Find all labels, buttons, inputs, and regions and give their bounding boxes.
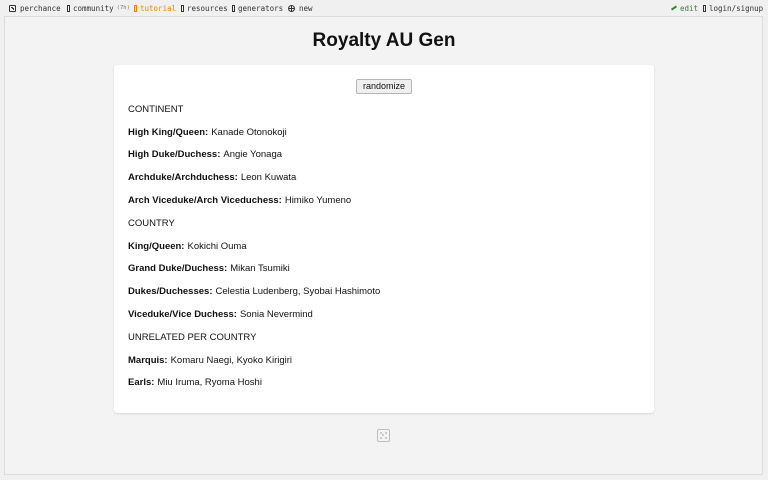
dukes-value: Celestia Ludenberg, Syobai Hashimoto bbox=[215, 286, 381, 297]
archduke-value: Leon Kuwata bbox=[240, 172, 297, 183]
dukes-row: Dukes/Duchesses: Celestia Ludenberg, Syob… bbox=[128, 286, 380, 298]
resources-icon bbox=[181, 4, 184, 12]
nav-perchance-label: perchance bbox=[20, 3, 61, 13]
high-duke-row: High Duke/Duchess: Angie Yonaga bbox=[128, 149, 282, 161]
archduke-row: Archduke/Archduchess: Leon Kuwata bbox=[128, 172, 296, 184]
dice-icon-footer[interactable] bbox=[377, 429, 390, 442]
nav-community[interactable]: community (7h) bbox=[67, 3, 130, 13]
top-nav-bar: perchance community (7h) tutorial resour… bbox=[0, 0, 768, 16]
marquis-label: Marquis: bbox=[128, 355, 168, 366]
generators-icon bbox=[232, 4, 235, 12]
viceduke-value: Sonia Nevermind bbox=[239, 309, 313, 320]
high-king-label: High King/Queen: bbox=[128, 127, 209, 138]
nav-generators[interactable]: generators bbox=[232, 3, 283, 13]
nav-perchance[interactable]: perchance bbox=[9, 3, 61, 13]
grand-duke-row: Grand Duke/Duchess: Mikan Tsumiki bbox=[128, 263, 290, 275]
page-title: Royalty AU Gen bbox=[312, 30, 456, 51]
grand-duke-label: Grand Duke/Duchess: bbox=[128, 263, 228, 274]
king-row: King/Queen: Kokichi Ouma bbox=[128, 241, 247, 253]
marquis-row: Marquis: Komaru Naegi, Kyoko Kirigiri bbox=[128, 355, 292, 367]
viceduke-row: Viceduke/Vice Duchess: Sonia Nevermind bbox=[128, 309, 313, 321]
king-value: Kokichi Ouma bbox=[187, 241, 247, 252]
earls-row: Earls: Miu Iruma, Ryoma Hoshi bbox=[128, 377, 262, 389]
viceduke-label: Viceduke/Vice Duchess: bbox=[128, 309, 237, 320]
high-duke-label: High Duke/Duchess: bbox=[128, 149, 221, 160]
community-badge: (7h) bbox=[116, 5, 130, 11]
nav-community-label: community bbox=[73, 3, 114, 13]
nav-tutorial-label: tutorial bbox=[140, 3, 177, 13]
arch-viceduke-row: Arch Viceduke/Arch Viceduchess: Himiko Yu… bbox=[128, 195, 351, 207]
nav-generators-label: generators bbox=[238, 3, 284, 13]
arch-viceduke-value: Himiko Yumeno bbox=[284, 195, 352, 206]
nav-edit[interactable]: edit bbox=[670, 3, 699, 13]
unrelated-heading: UNRELATED PER COUNTRY bbox=[128, 332, 257, 343]
high-king-row: High King/Queen: Kanade Otonokoji bbox=[128, 127, 287, 139]
randomize-button[interactable]: randomize bbox=[356, 79, 412, 94]
dice-icon bbox=[9, 4, 16, 12]
nav-login-label: login/signup bbox=[709, 3, 764, 13]
earls-label: Earls: bbox=[128, 377, 155, 388]
high-king-value: Kanade Otonokoji bbox=[211, 127, 287, 138]
earls-value: Miu Iruma, Ryoma Hoshi bbox=[157, 377, 262, 388]
tutorial-icon bbox=[134, 4, 137, 12]
nav-tutorial[interactable]: tutorial bbox=[134, 3, 176, 13]
new-icon bbox=[288, 4, 295, 12]
archduke-label: Archduke/Archduchess: bbox=[128, 172, 238, 183]
king-label: King/Queen: bbox=[128, 241, 185, 252]
login-icon bbox=[703, 4, 706, 12]
arch-viceduke-label: Arch Viceduke/Arch Viceduchess: bbox=[128, 195, 282, 206]
nav-new-label: new bbox=[299, 3, 313, 13]
high-duke-value: Angie Yonaga bbox=[223, 149, 283, 160]
output-card: randomize CONTINENT High King/Queen: Kana… bbox=[114, 65, 654, 413]
continent-heading: CONTINENT bbox=[128, 104, 184, 115]
nav-resources-label: resources bbox=[187, 3, 228, 13]
community-icon bbox=[67, 4, 70, 12]
nav-new[interactable]: new bbox=[288, 3, 313, 13]
nav-edit-label: edit bbox=[680, 3, 699, 13]
marquis-value: Komaru Naegi, Kyoko Kirigiri bbox=[170, 355, 293, 366]
country-heading: COUNTRY bbox=[128, 218, 175, 229]
nav-login[interactable]: login/signup bbox=[703, 3, 763, 13]
pencil-icon bbox=[670, 5, 678, 11]
nav-resources[interactable]: resources bbox=[181, 3, 228, 13]
dukes-label: Dukes/Duchesses: bbox=[128, 286, 213, 297]
grand-duke-value: Mikan Tsumiki bbox=[230, 263, 290, 274]
